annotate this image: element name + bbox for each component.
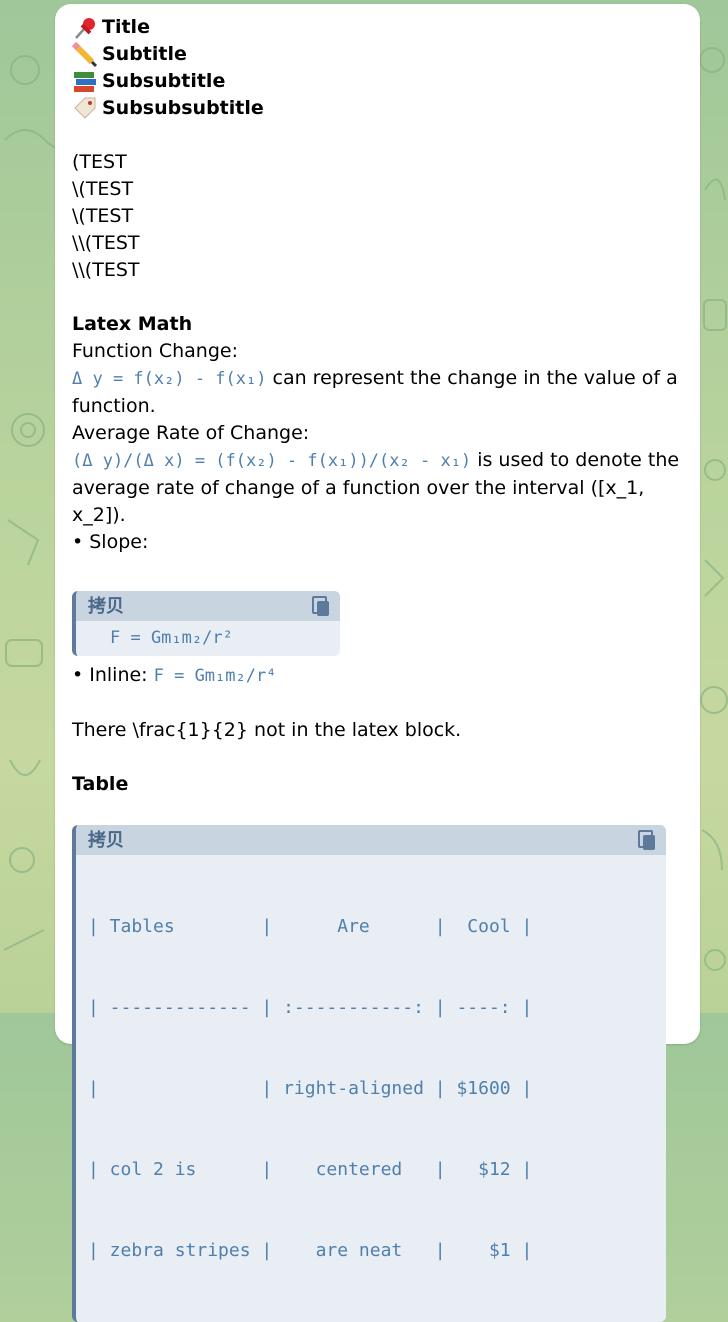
copy-icon[interactable]	[312, 596, 330, 616]
function-change-paragraph: Δ y = f(x₂) - f(x₁) can represent the ch…	[72, 365, 684, 420]
frac-paragraph: There \frac{1}{2} not in the latex block…	[72, 719, 462, 741]
heading-subsubsubtitle: Subsubsubtitle	[72, 95, 684, 122]
table-code-block: 拷贝 | Tables | Are | Cool | | -----------…	[72, 825, 666, 1322]
books-icon	[72, 68, 102, 95]
table-heading: Table	[72, 773, 129, 795]
copy-label[interactable]: 拷贝	[88, 827, 124, 854]
table-row: | ------------- | :-----------: | ----: …	[88, 997, 533, 1018]
code-block-header: 拷贝	[76, 591, 340, 621]
heading-text: Subsubsubtitle	[102, 97, 264, 119]
code-block-body[interactable]: F = Gm₁m₂/r²	[76, 621, 340, 656]
latex-heading: Latex Math	[72, 313, 193, 335]
heading-title: Title	[72, 14, 684, 41]
heading-text: Subsubtitle	[102, 70, 226, 92]
code-block: 拷贝 F = Gm₁m₂/r²	[72, 591, 340, 656]
table-row: | zebra stripes | are neat | $1 |	[88, 1240, 533, 1261]
slope-label: • Slope:	[72, 531, 149, 553]
table-row: | | right-aligned | $1600 |	[88, 1078, 533, 1099]
heading-text: Subtitle	[102, 43, 187, 65]
paren-line: \(TEST	[72, 205, 134, 227]
table-row: | Tables | Are | Cool |	[88, 916, 533, 937]
inline-paragraph: • Inline: F = Gm₁m₂/r⁴	[72, 662, 684, 690]
message-content: Title Subtitle Subsubtitle Subsubsubtitl…	[72, 14, 684, 1322]
heading-subtitle: Subtitle	[72, 41, 684, 68]
avg-rate-paragraph: (Δ y)/(Δ x) = (f(x₂) - f(x₁))/(x₂ - x₁) …	[72, 447, 684, 529]
inline-formula[interactable]: Δ y = f(x₂) - f(x₁)	[72, 369, 266, 389]
inline-formula[interactable]: F = Gm₁m₂/r⁴	[154, 666, 277, 686]
heading-subsubtitle: Subsubtitle	[72, 68, 684, 95]
paren-line: \\(TEST	[72, 232, 140, 254]
paren-line: \(TEST	[72, 178, 134, 200]
table-row: | col 2 is | centered | $12 |	[88, 1159, 533, 1180]
paren-line: \\(TEST	[72, 259, 140, 281]
heading-text: Title	[102, 16, 150, 38]
function-change-label: Function Change:	[72, 340, 238, 362]
pushpin-icon	[72, 14, 102, 41]
copy-label[interactable]: 拷贝	[88, 593, 124, 620]
label-tag-icon	[72, 95, 102, 122]
code-block-body[interactable]: | Tables | Are | Cool | | ------------- …	[76, 855, 666, 1322]
copy-icon[interactable]	[638, 830, 656, 850]
inline-label: • Inline:	[72, 664, 154, 686]
paren-line: (TEST	[72, 151, 127, 173]
code-block-header: 拷贝	[76, 825, 666, 855]
pencil-icon	[72, 41, 102, 68]
inline-formula[interactable]: (Δ y)/(Δ x) = (f(x₂) - f(x₁))/(x₂ - x₁)	[72, 451, 471, 471]
avg-rate-label: Average Rate of Change:	[72, 422, 310, 444]
